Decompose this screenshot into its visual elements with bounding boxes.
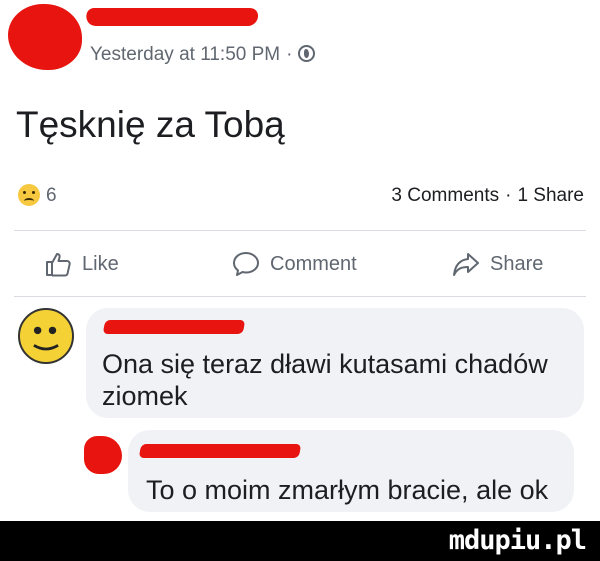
like-button[interactable]: Like (44, 246, 119, 282)
redacted-commenter-avatar[interactable] (84, 436, 122, 474)
reaction-count[interactable]: 6 (46, 185, 57, 207)
share-arrow-icon (453, 253, 479, 276)
redacted-author-name[interactable] (84, 8, 260, 26)
action-bar: Like Comment Share (0, 246, 600, 282)
comment-label: Comment (270, 252, 357, 275)
comment-text-line: ziomek (102, 381, 188, 411)
sad-face-icon[interactable] (18, 184, 40, 206)
redacted-avatar[interactable] (8, 4, 82, 70)
comment-item: Ona się teraz dławi kutasami chadów ziom… (0, 300, 600, 420)
post-text: Tęsknię za Tobą (16, 104, 285, 145)
comment-bubble: Ona się teraz dławi kutasami chadów ziom… (86, 308, 584, 418)
comment-button[interactable]: Comment (232, 246, 357, 282)
divider (14, 296, 586, 297)
comment-text: Ona się teraz dławi kutasami chadów ziom… (102, 348, 548, 412)
separator-dot: · (286, 44, 293, 65)
divider (14, 230, 586, 231)
site-watermark: mdupiu.pl (448, 525, 587, 556)
meme-face-icon (33, 326, 59, 351)
shares-count[interactable]: 1 Share (517, 185, 584, 206)
comments-count[interactable]: 3 Comments (391, 185, 499, 206)
separator-dot: · (505, 185, 512, 206)
share-label: Share (490, 252, 544, 275)
speech-bubble-icon (233, 252, 259, 276)
comment-text-line: Ona się teraz dławi kutasami chadów (102, 349, 548, 379)
engagement-counts: 3 Comments · 1 Share (391, 185, 584, 207)
comment-item: To o moim zmarłym bracie, ale ok (0, 426, 600, 516)
post-timestamp[interactable]: Yesterday at 11:50 PM · (90, 44, 316, 66)
comment-text: To o moim zmarłym bracie, ale ok (146, 475, 549, 505)
timestamp-text[interactable]: Yesterday at 11:50 PM (90, 44, 280, 65)
thumbs-up-icon (46, 253, 71, 277)
globe-icon (298, 45, 316, 62)
redacted-commenter-name[interactable] (102, 320, 246, 334)
like-label: Like (82, 252, 119, 275)
watermark-bar: mdupiu.pl (0, 521, 600, 561)
commenter-avatar[interactable] (18, 308, 74, 364)
post-header: Yesterday at 11:50 PM · (0, 0, 600, 80)
post-stats: 6 3 Comments · 1 Share (18, 182, 584, 212)
comment-bubble: To o moim zmarłym bracie, ale ok (128, 430, 574, 512)
share-button[interactable]: Share (452, 246, 543, 282)
redacted-commenter-name[interactable] (138, 444, 302, 458)
